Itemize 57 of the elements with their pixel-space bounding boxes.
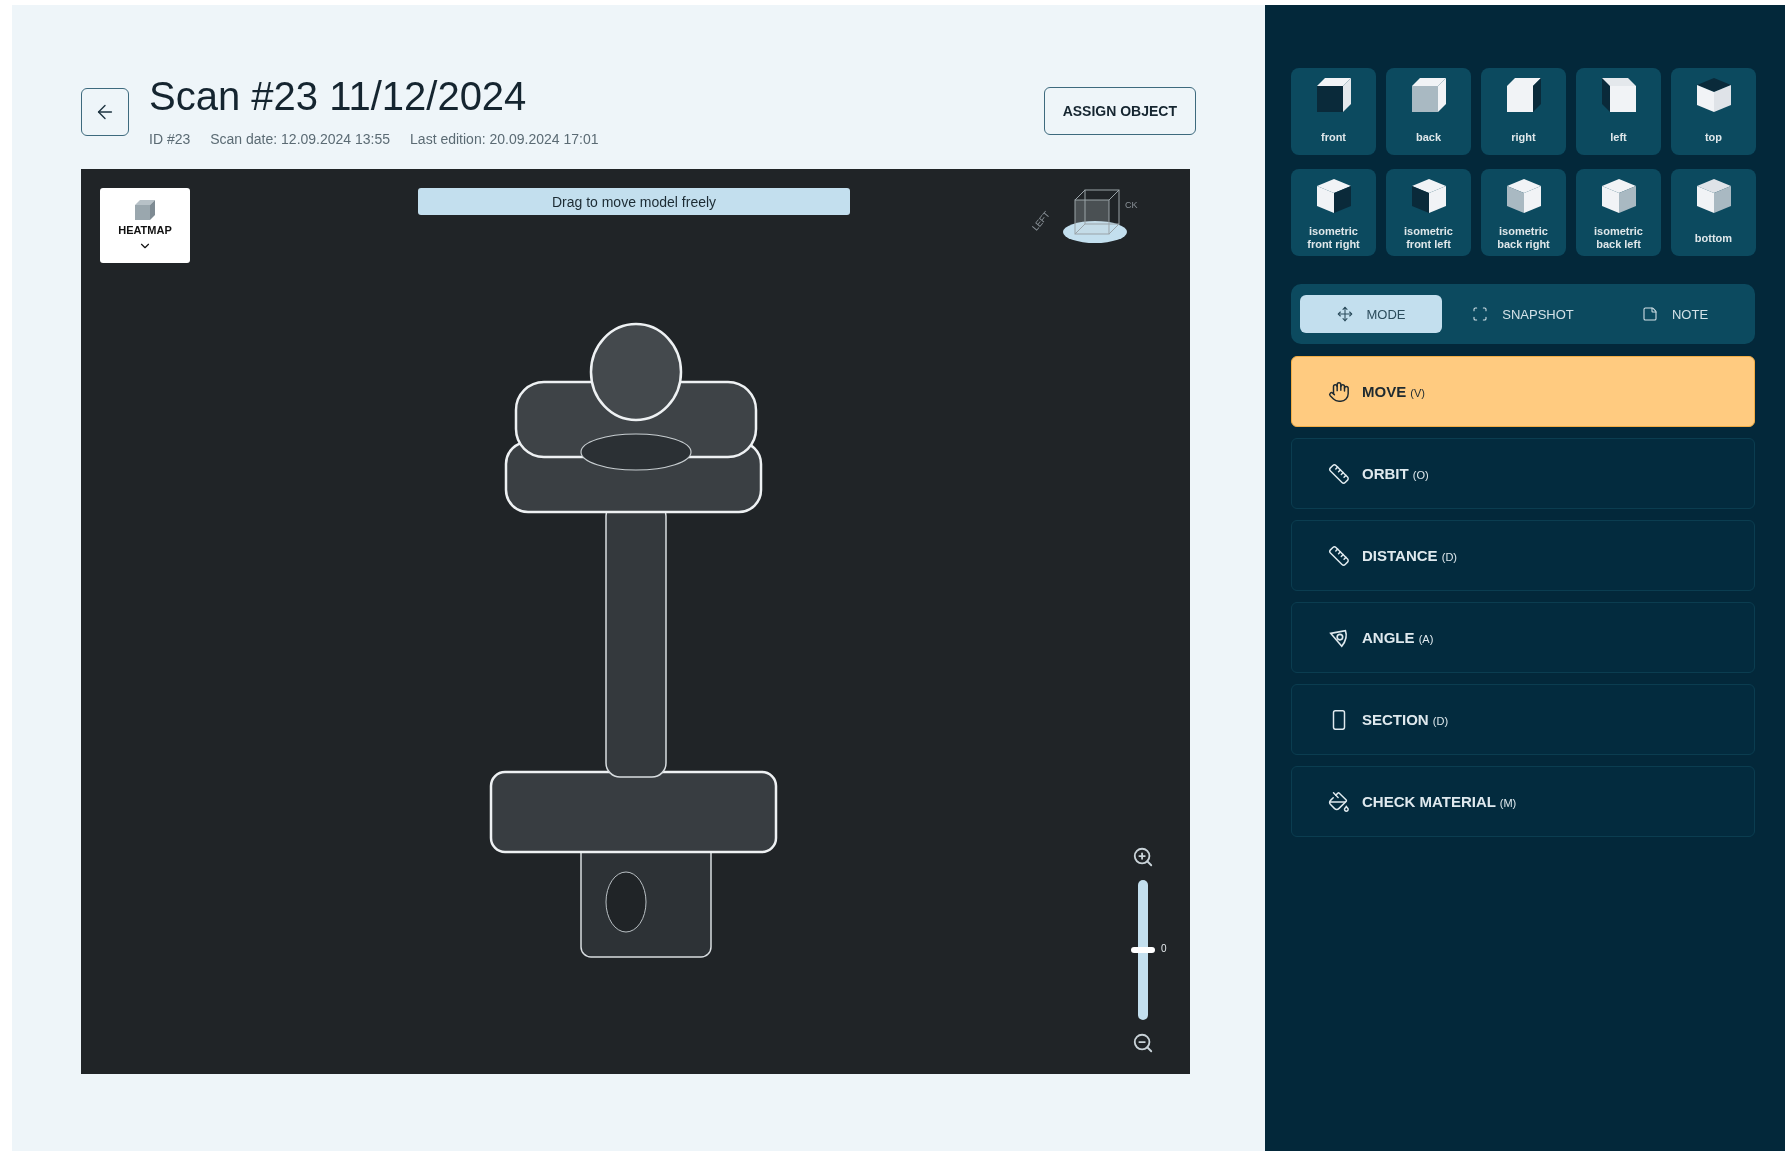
back-button[interactable]	[81, 88, 129, 136]
view-button[interactable]: bottom	[1671, 169, 1756, 256]
view-button[interactable]: isometric back left	[1576, 169, 1661, 256]
zoom-slider[interactable]	[1131, 880, 1155, 1020]
ruler-icon	[1328, 462, 1350, 485]
mode-tab[interactable]: MODE	[1300, 295, 1442, 333]
view-button[interactable]: back	[1386, 68, 1471, 155]
slider-thumb[interactable]	[1131, 947, 1155, 953]
cube-icon	[1504, 76, 1543, 114]
tool-label: DISTANCE (D)	[1362, 547, 1457, 564]
move-arrows-icon	[1336, 306, 1353, 322]
ruler-icon	[1328, 544, 1350, 567]
cube-icon	[1599, 177, 1638, 215]
cube-icon	[1504, 177, 1543, 215]
view-button[interactable]: isometric front left	[1386, 169, 1471, 256]
tool-button[interactable]: CHECK MATERIAL (M)	[1291, 766, 1755, 837]
cube-icon	[1694, 177, 1733, 215]
assign-object-button[interactable]: ASSIGN OBJECT	[1043, 87, 1196, 135]
view-button[interactable]: left	[1576, 68, 1661, 155]
cube-icon	[1314, 177, 1353, 215]
hand-icon	[1328, 380, 1350, 403]
tool-button[interactable]: MOVE (V)	[1291, 356, 1755, 427]
tool-label: SECTION (D)	[1362, 711, 1449, 728]
cube-icon	[134, 198, 156, 221]
tool-button[interactable]: SECTION (D)	[1291, 684, 1755, 755]
paint-bucket-icon	[1328, 790, 1350, 813]
frame-corners-icon	[1472, 306, 1489, 322]
cube-icon	[1599, 76, 1638, 114]
cube-icon	[1409, 177, 1448, 215]
view-button[interactable]: isometric front right	[1291, 169, 1376, 256]
page-title: Scan #23 11/12/2024	[149, 73, 528, 120]
tool-button[interactable]: ANGLE (A)	[1291, 602, 1755, 673]
view-button[interactable]: right	[1481, 68, 1566, 155]
scan-meta: Scan date: 12.09.2024 13:55	[210, 131, 391, 147]
note-icon	[1641, 306, 1658, 322]
tool-label: ORBIT (O)	[1362, 465, 1429, 482]
tool-label: ANGLE (A)	[1362, 629, 1434, 646]
tool-button[interactable]: ORBIT (O)	[1291, 438, 1755, 509]
tool-label: CHECK MATERIAL (M)	[1362, 793, 1517, 810]
mode-tab[interactable]: NOTE	[1604, 295, 1746, 333]
view-button[interactable]: front	[1291, 68, 1376, 155]
cube-icon	[1409, 76, 1448, 114]
cube-icon	[1694, 76, 1733, 114]
heatmap-button[interactable]: HEATMAP	[100, 188, 190, 263]
tool-label: MOVE (V)	[1362, 383, 1426, 400]
view-button[interactable]: isometric back right	[1481, 169, 1566, 256]
zoom-out-icon[interactable]	[1132, 1032, 1154, 1054]
zoom-reading: 0	[1161, 943, 1167, 954]
cube-icon	[1314, 76, 1353, 114]
tool-button[interactable]: DISTANCE (D)	[1291, 520, 1755, 591]
hint-banner: Drag to move model freely	[418, 188, 850, 215]
scan-meta: ID #23	[149, 131, 191, 147]
view-button[interactable]: top	[1671, 68, 1756, 155]
zoom-in-icon[interactable]	[1132, 846, 1154, 868]
mode-tab[interactable]: SNAPSHOT	[1452, 295, 1594, 333]
gizmo-label: CK	[1125, 200, 1138, 210]
scan-meta: Last edition: 20.09.2024 17:01	[410, 131, 599, 147]
